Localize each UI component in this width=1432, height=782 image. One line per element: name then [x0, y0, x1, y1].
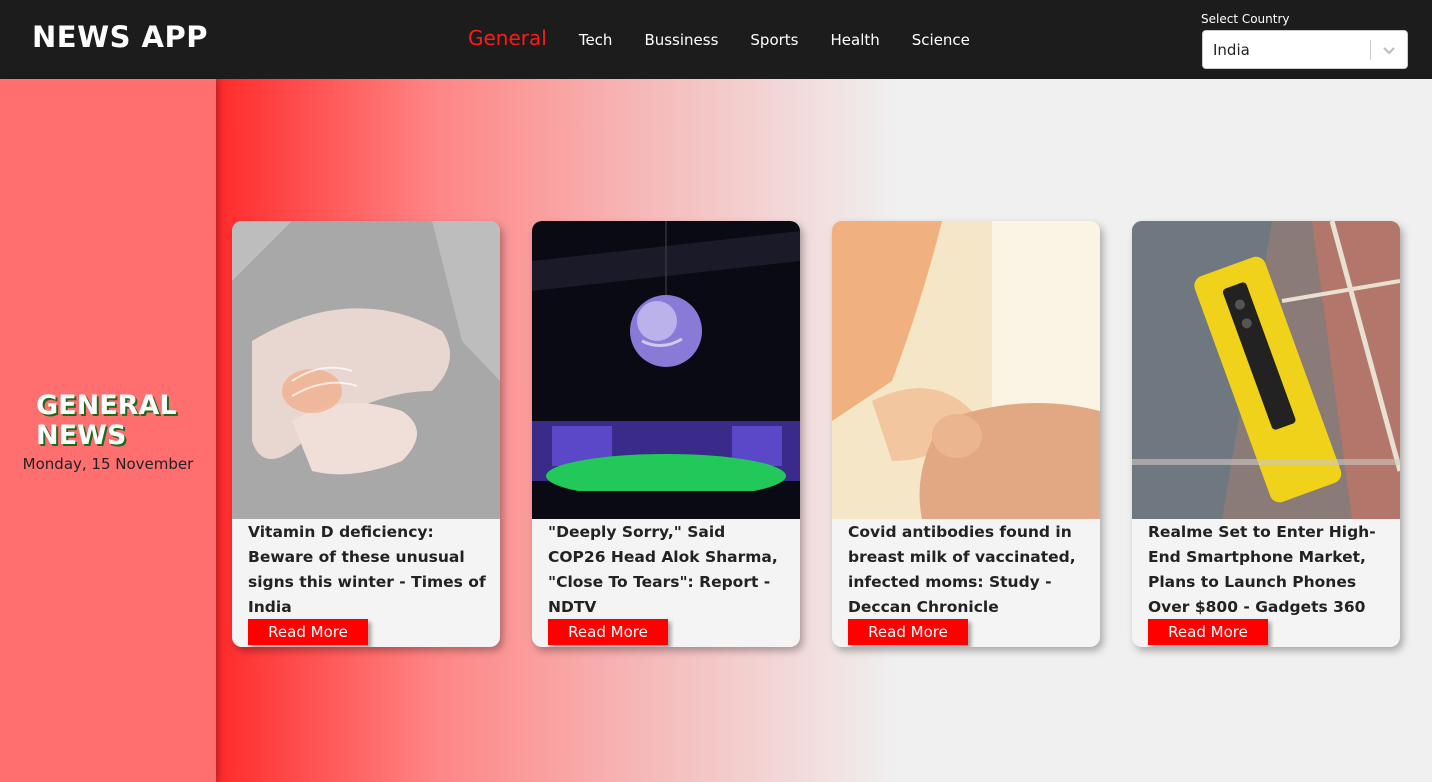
- nav-tech[interactable]: Tech: [579, 31, 613, 49]
- country-label: Select Country: [1201, 12, 1290, 26]
- section-title-line1: GENERAL: [36, 390, 177, 421]
- nav-health[interactable]: Health: [831, 31, 880, 49]
- news-card[interactable]: Realme Set to Enter High-End Smartphone …: [1132, 221, 1400, 647]
- news-image-phone[interactable]: [1132, 221, 1400, 519]
- news-card[interactable]: "Deeply Sorry," Said COP26 Head Alok Sha…: [532, 221, 800, 647]
- news-card[interactable]: Vitamin D deficiency: Beware of these un…: [232, 221, 500, 647]
- nav-general[interactable]: General: [468, 26, 547, 50]
- read-more-button[interactable]: Read More: [848, 619, 968, 645]
- news-title: Covid antibodies found in breast milk of…: [848, 523, 1076, 616]
- read-more-button[interactable]: Read More: [548, 619, 668, 645]
- country-select-value: India: [1213, 40, 1250, 59]
- country-select[interactable]: India: [1202, 30, 1408, 69]
- chevron-down-icon[interactable]: [1371, 45, 1407, 55]
- read-more-button[interactable]: Read More: [248, 619, 368, 645]
- current-date: Monday, 15 November: [22, 455, 194, 473]
- nav-science[interactable]: Science: [912, 31, 970, 49]
- news-title: "Deeply Sorry," Said COP26 Head Alok Sha…: [548, 523, 778, 616]
- news-image-baby-hand[interactable]: [832, 221, 1100, 519]
- side-panel: GENERAL NEWS Monday, 15 November: [0, 79, 216, 782]
- news-card[interactable]: Covid antibodies found in breast milk of…: [832, 221, 1100, 647]
- nav-business[interactable]: Bussiness: [644, 31, 718, 49]
- news-image-arm[interactable]: [232, 221, 500, 519]
- section-title-line2: NEWS: [36, 420, 127, 451]
- news-title: Realme Set to Enter High-End Smartphone …: [1148, 523, 1376, 616]
- app-brand[interactable]: NEWS APP: [32, 20, 208, 54]
- top-navbar: NEWS APP General Tech Bussiness Sports H…: [0, 0, 1432, 79]
- nav-sports[interactable]: Sports: [750, 31, 798, 49]
- nav-links: General Tech Bussiness Sports Health Sci…: [468, 26, 1002, 50]
- news-image-globe[interactable]: [532, 221, 800, 519]
- section-title: GENERAL NEWS: [36, 391, 206, 451]
- read-more-button[interactable]: Read More: [1148, 619, 1268, 645]
- news-title: Vitamin D deficiency: Beware of these un…: [248, 523, 486, 616]
